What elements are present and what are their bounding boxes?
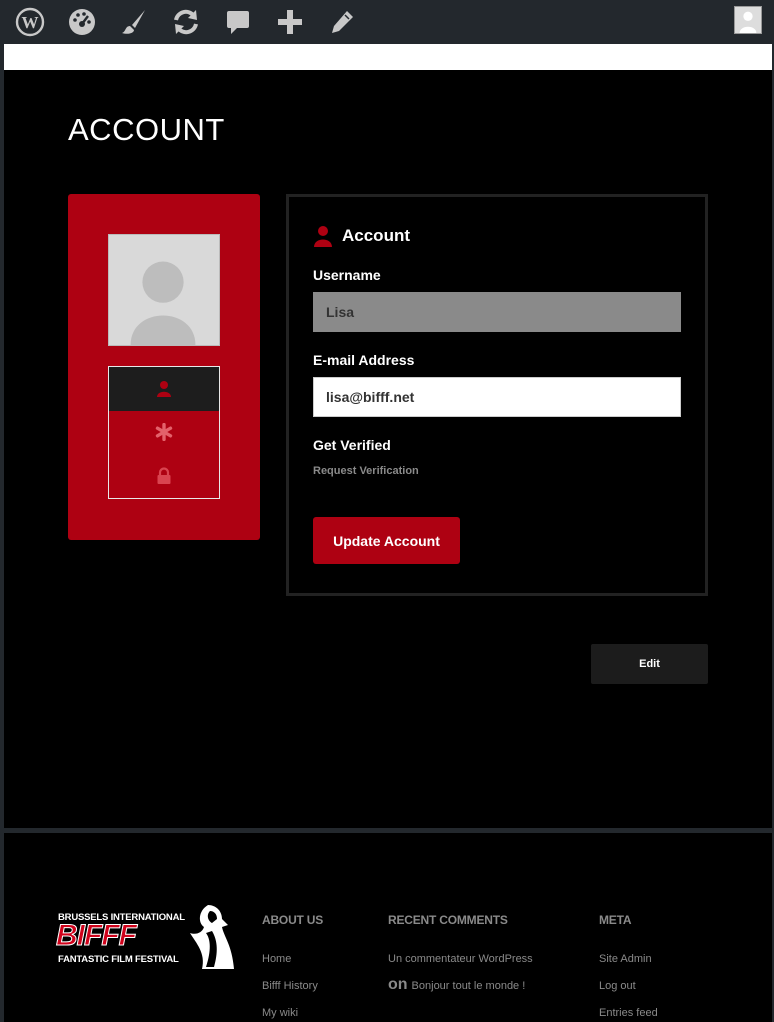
wordpress-icon[interactable]: W — [12, 4, 48, 40]
bifff-logo[interactable]: BRUSSELS INTERNATIONAL BIFFF FANTASTIC F… — [52, 903, 234, 973]
update-account-button[interactable]: Update Account — [313, 517, 460, 564]
request-verification-link[interactable]: Request Verification — [313, 465, 419, 477]
meta-title: META — [599, 913, 632, 927]
account-heading: Account — [313, 225, 410, 247]
profile-tabs — [108, 366, 220, 499]
recent-comments-title: RECENT COMMENTS — [388, 913, 508, 927]
user-icon — [157, 380, 171, 397]
footer-link-log-out[interactable]: Log out — [599, 980, 636, 992]
svg-text:W: W — [22, 13, 39, 32]
lock-icon — [157, 467, 171, 484]
get-verified-label: Get Verified — [313, 437, 391, 453]
user-icon — [314, 226, 332, 247]
email-input[interactable] — [313, 377, 681, 417]
asterisk-icon — [155, 423, 173, 442]
main-content: ACCOUNT Account Username E-mail Address … — [4, 70, 772, 828]
username-label: Username — [313, 267, 381, 283]
privacy-tab[interactable] — [109, 454, 219, 498]
comment-post-link[interactable]: Bonjour tout le monde ! — [412, 980, 526, 992]
new-content-icon[interactable] — [272, 4, 308, 40]
footer: BRUSSELS INTERNATIONAL BIFFF FANTASTIC F… — [4, 833, 772, 1022]
edit-icon[interactable] — [324, 4, 360, 40]
account-card: Account Username E-mail Address Get Veri… — [286, 194, 708, 596]
profile-sidebar — [68, 194, 260, 540]
footer-link-my-wiki[interactable]: My wiki — [262, 1007, 298, 1019]
username-input[interactable] — [313, 292, 681, 332]
password-tab[interactable] — [109, 411, 219, 455]
user-avatar[interactable] — [734, 6, 762, 34]
about-us-title: ABOUT US — [262, 913, 324, 927]
email-label: E-mail Address — [313, 352, 415, 368]
edit-button[interactable]: Edit — [591, 644, 708, 684]
footer-link-bifff-history[interactable]: Bifff History — [262, 980, 318, 992]
top-white-strip — [4, 44, 772, 70]
updates-icon[interactable] — [168, 4, 204, 40]
dashboard-icon[interactable] — [64, 4, 100, 40]
account-tab[interactable] — [109, 367, 219, 411]
page-title: ACCOUNT — [68, 112, 225, 147]
footer-link-site-admin[interactable]: Site Admin — [599, 953, 652, 965]
comment-author-link[interactable]: Un commentateur WordPress — [388, 953, 533, 965]
footer-link-home[interactable]: Home — [262, 953, 291, 965]
comment-entry: on Bonjour tout le monde ! — [388, 976, 526, 993]
raven-figure-icon — [190, 905, 234, 969]
admin-bar: W — [0, 0, 774, 44]
customize-brush-icon[interactable] — [116, 4, 152, 40]
footer-link-entries-feed[interactable]: Entries feed — [599, 1007, 658, 1019]
comments-icon[interactable] — [220, 4, 256, 40]
profile-avatar — [108, 234, 220, 346]
